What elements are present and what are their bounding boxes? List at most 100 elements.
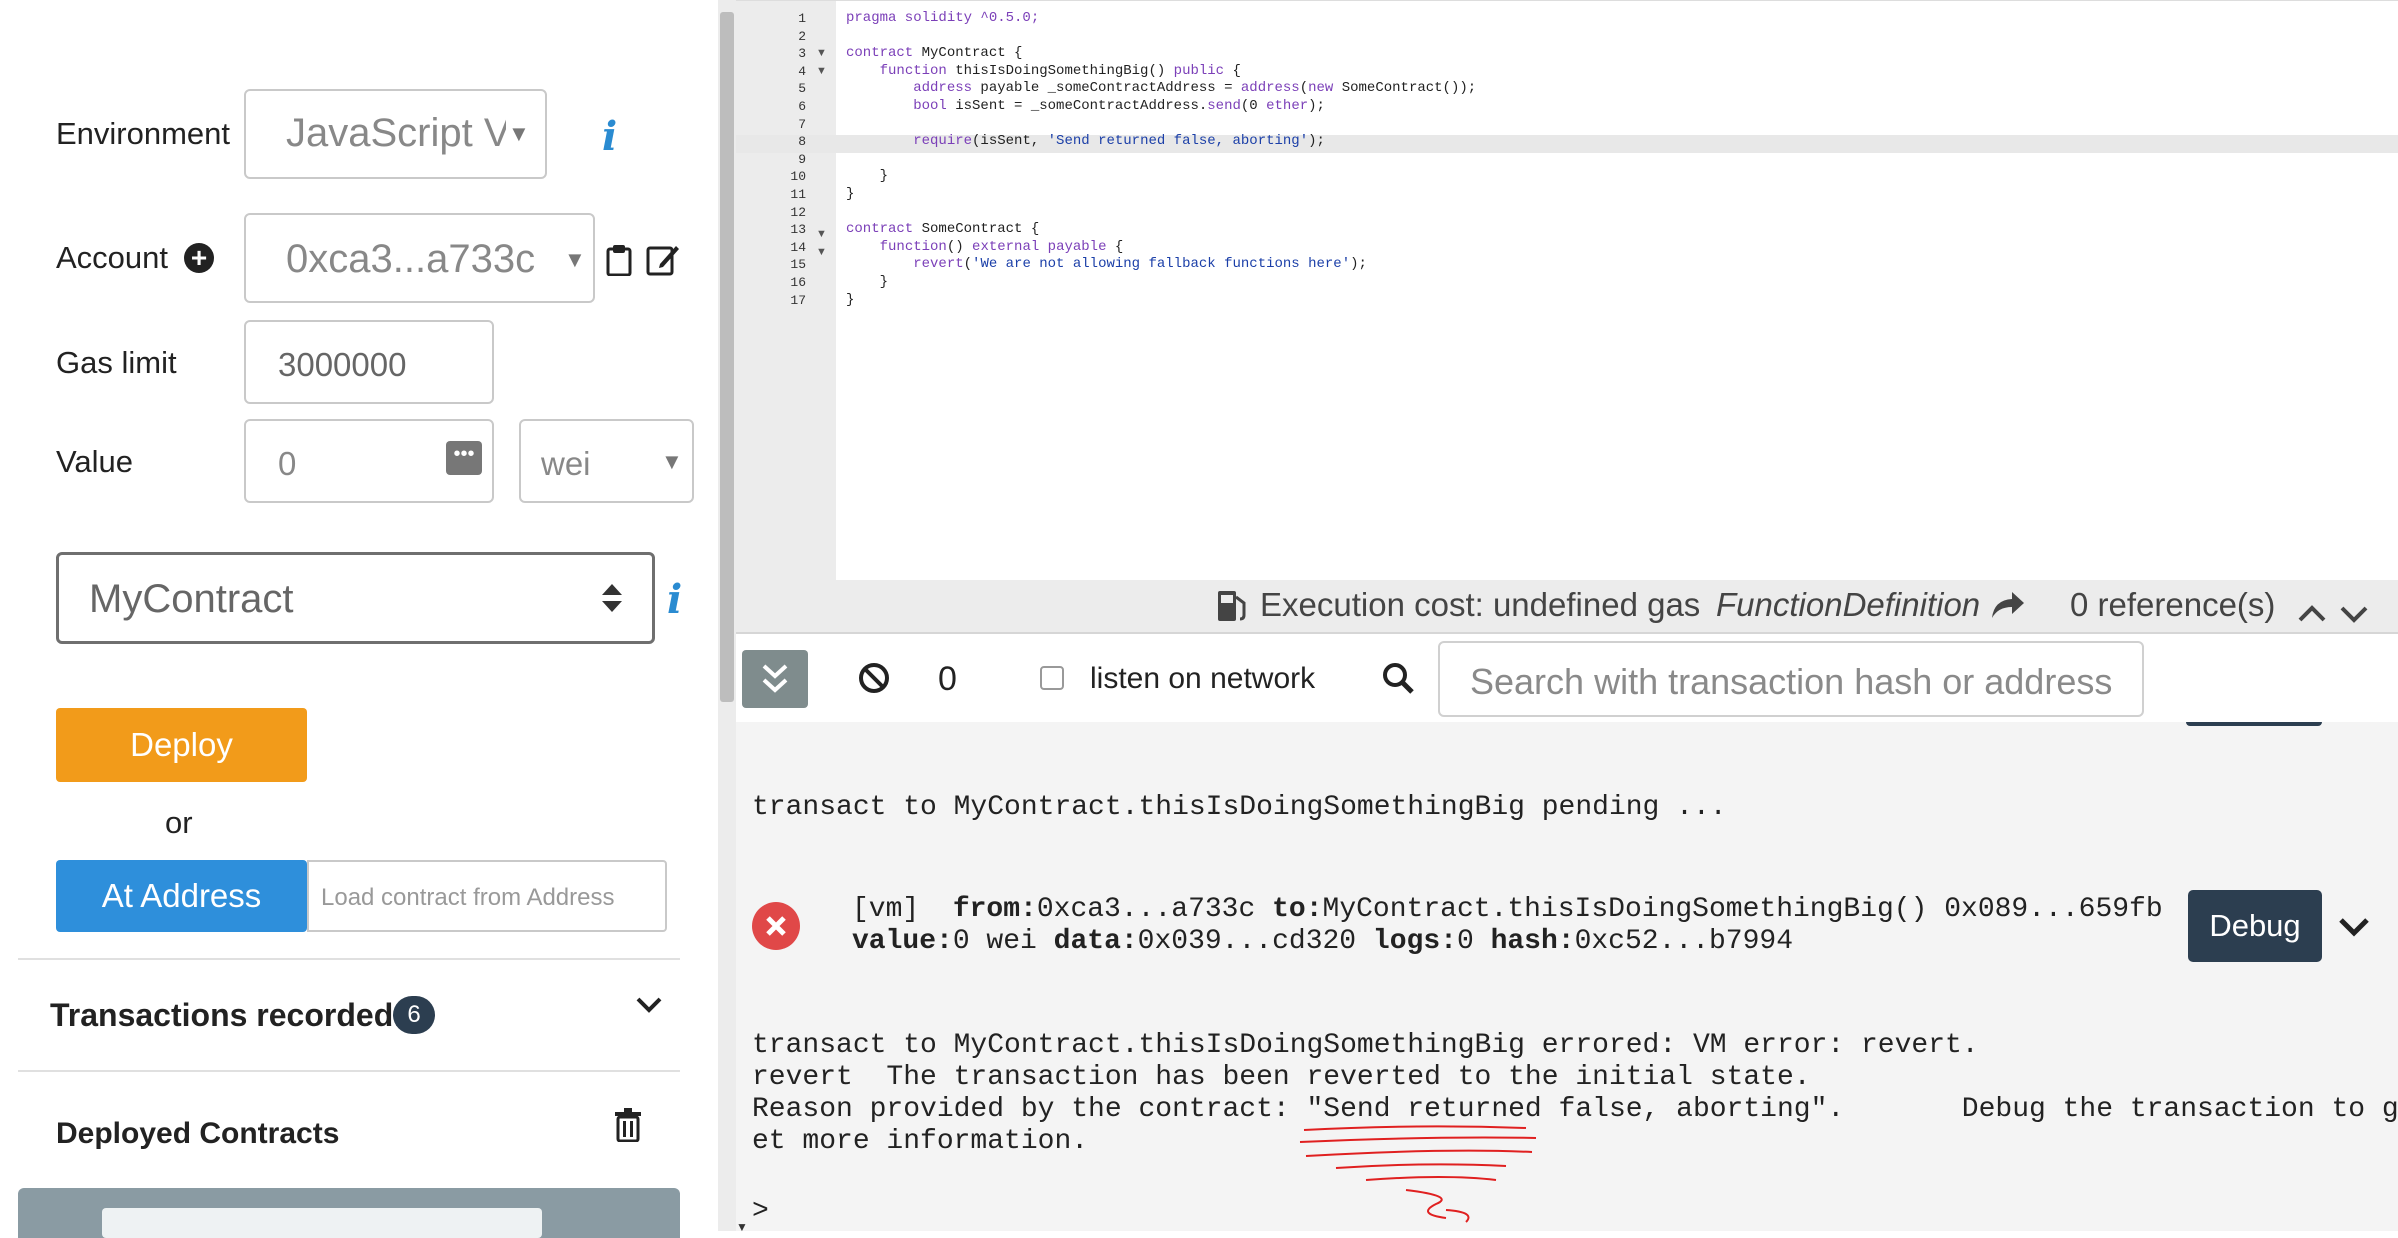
code-line-10: } — [846, 168, 1476, 186]
token: send — [1207, 97, 1241, 114]
line-number: 7 — [798, 116, 806, 132]
value-label: value: — [852, 926, 953, 957]
add-account-icon[interactable]: + — [184, 243, 214, 273]
info-icon[interactable]: i — [667, 576, 682, 623]
chevron-up-icon[interactable] — [2298, 594, 2326, 622]
value-input[interactable]: 0 ••• — [244, 419, 494, 503]
token: ether — [1266, 97, 1309, 114]
scroll-down-icon[interactable]: ▼ — [736, 1220, 748, 1234]
line-number: 13 — [790, 222, 806, 238]
deployed-contracts-label: Deployed Contracts — [56, 1117, 340, 1150]
trash-icon[interactable] — [614, 1108, 642, 1143]
sort-icon — [601, 583, 623, 613]
chevron-down-icon[interactable] — [636, 996, 662, 1014]
transactions-recorded-label: Transactions recorded: — [50, 997, 404, 1033]
line-number: 5 — [798, 81, 806, 97]
at-address-input[interactable]: Load contract from Address — [307, 860, 667, 932]
token: (0 — [1240, 97, 1267, 114]
token: SomeContract()); — [1333, 80, 1477, 97]
environment-label: Environment — [56, 116, 231, 151]
code-line-17: } — [846, 292, 1476, 310]
logs-value: 0 — [1456, 926, 1474, 957]
token: new — [1308, 80, 1334, 97]
token: function — [879, 62, 947, 79]
contract-select[interactable]: MyContract — [56, 552, 655, 644]
listen-network-checkbox[interactable] — [1040, 666, 1064, 690]
error-log-line: et more information. — [752, 1126, 1089, 1157]
token: thisIsDoingSomethingBig() — [946, 62, 1174, 79]
code-line-11: } — [846, 186, 1476, 204]
divider — [18, 958, 680, 960]
token: isSent = _someContractAddress. — [946, 97, 1208, 114]
value-amount: 0 — [278, 445, 297, 482]
ban-icon[interactable] — [858, 662, 890, 694]
value-unit-select[interactable]: wei ▼ — [519, 419, 694, 503]
line-number: 4 — [798, 63, 806, 79]
account-select[interactable]: 0xca3...a733c ▼ — [244, 213, 595, 303]
token: } — [879, 168, 889, 185]
token: external — [972, 238, 1040, 255]
code-line-8: require(isSent, 'Send returned false, ab… — [846, 133, 1476, 151]
debug-button[interactable]: Debug — [2188, 890, 2322, 962]
transaction-summary-line2[interactable]: value:0 wei data:0x039...cd320 logs:0 ha… — [852, 926, 1793, 957]
pending-log: transact to MyContract.thisIsDoingSometh… — [752, 792, 1727, 823]
value-unit: wei — [541, 445, 591, 482]
logs-label: logs: — [1372, 926, 1457, 957]
terminal-prompt[interactable]: > — [752, 1196, 769, 1227]
or-label: or — [165, 805, 193, 840]
gas-limit-input[interactable]: 3000000 — [244, 320, 494, 404]
instance-header[interactable] — [102, 1208, 542, 1238]
transaction-summary-line1[interactable]: [vm] from:0xca3...a733c to:MyContract.th… — [852, 894, 2163, 925]
line-number: 1 — [798, 11, 806, 26]
clipboard-icon[interactable] — [606, 244, 632, 277]
token: pragma solidity ^0.5.0; — [846, 10, 1040, 26]
environment-select[interactable]: JavaScript VM ▼ — [244, 89, 547, 179]
run-panel: Environment JavaScript VM ▼ i Account + … — [0, 0, 718, 1238]
search-placeholder: Search with transaction hash or address — [1470, 661, 2113, 702]
value-label: Value — [56, 444, 133, 479]
at-address-button[interactable]: At Address — [56, 860, 307, 932]
edit-icon[interactable] — [646, 242, 680, 276]
previous-debug-button-edge — [2186, 722, 2322, 726]
line-number: 9 — [798, 151, 806, 167]
fold-icon[interactable]: ▼ — [816, 65, 827, 77]
chevron-down-icon: ▼ — [564, 247, 586, 272]
share-icon[interactable] — [1990, 590, 2026, 620]
account-label: Account — [56, 240, 169, 275]
vm-tag: [vm] — [852, 894, 920, 925]
code-line-5: address payable _someContractAddress = a… — [846, 80, 1476, 98]
transactions-count-badge: 6 — [393, 996, 435, 1034]
panel-splitter[interactable] — [718, 0, 736, 1231]
fold-icon[interactable]: ▼ — [816, 228, 827, 240]
execution-cost: Execution cost: undefined gas — [1260, 586, 1701, 623]
search-transactions-input[interactable]: Search with transaction hash or address — [1438, 641, 2144, 717]
token: () — [946, 238, 973, 255]
chevron-down-icon[interactable] — [2340, 594, 2368, 623]
chevron-down-icon[interactable] — [2338, 916, 2370, 938]
fold-icon[interactable]: ▼ — [816, 246, 827, 258]
toggle-terminal-button[interactable] — [742, 650, 808, 708]
token: 'Send returned false, aborting' — [1047, 133, 1309, 150]
error-log-line: revert The transaction has been reverted… — [752, 1062, 1811, 1093]
token: { — [1224, 62, 1241, 79]
token: address — [1240, 80, 1300, 97]
code-line-6: bool isSent = _someContractAddress.send(… — [846, 98, 1476, 116]
code-line-4: function thisIsDoingSomethingBig() publi… — [846, 63, 1476, 81]
pending-count: 0 — [938, 660, 957, 698]
code-line-3: contract MyContract { — [846, 45, 1476, 63]
token: payable — [1039, 238, 1107, 255]
token: ); — [1308, 97, 1325, 114]
token: ( — [1299, 80, 1309, 97]
token: ( — [963, 256, 973, 273]
info-icon[interactable]: i — [602, 113, 617, 160]
scrollbar-thumb[interactable] — [720, 12, 734, 702]
to-label: to: — [1272, 894, 1323, 925]
fold-icon[interactable]: ▼ — [816, 47, 827, 59]
code-editor[interactable]: 1 2 3 4 5 6 7 8 9 10 11 12 13 14 15 16 1… — [736, 0, 2398, 581]
token: contract — [846, 221, 914, 238]
deploy-button[interactable]: Deploy — [56, 708, 307, 782]
ellipsis-icon[interactable]: ••• — [446, 441, 482, 475]
gas-limit-label: Gas limit — [56, 345, 177, 380]
token: payable — [972, 80, 1040, 97]
line-number: 17 — [790, 292, 806, 308]
